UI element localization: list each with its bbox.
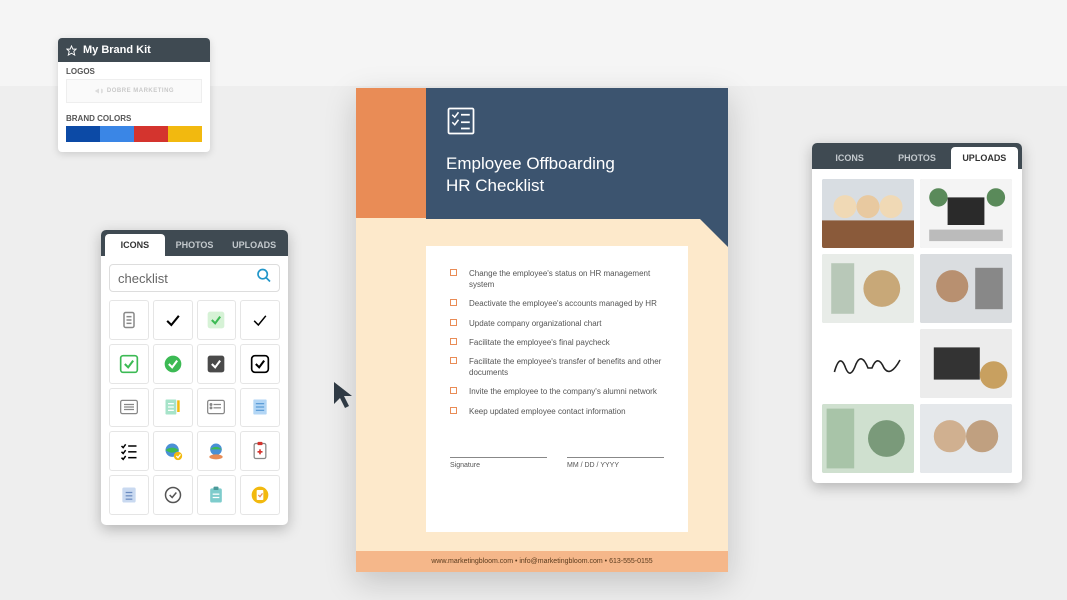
upload-thumbnail[interactable] [920, 404, 1012, 473]
icon-checklist-bullets[interactable] [109, 431, 149, 471]
icon-medical-clipboard[interactable] [240, 431, 280, 471]
date-line [567, 457, 664, 458]
search-icon [256, 268, 272, 284]
doc-title-line1: Employee Offboarding [446, 153, 708, 175]
icon-checkbox-green[interactable] [109, 344, 149, 384]
checklist-item: Change the employee's status on HR manag… [450, 268, 664, 290]
color-swatch[interactable] [100, 126, 134, 142]
icon-check-circle-outline[interactable] [153, 475, 193, 515]
cursor-icon [332, 380, 356, 415]
checkbox-icon [450, 299, 457, 306]
icon-checkbox-outline[interactable] [240, 344, 280, 384]
signature-line [450, 457, 547, 458]
icon-checkmark-thin[interactable] [240, 300, 280, 340]
color-swatch[interactable] [66, 126, 100, 142]
checklist-item: Keep updated employee contact informatio… [450, 406, 664, 417]
uploads-panel-tabs: ICONS PHOTOS UPLOADS [812, 143, 1022, 169]
icon-globe-stack[interactable] [197, 431, 237, 471]
search-input[interactable] [109, 264, 280, 292]
tab-photos-2[interactable]: PHOTOS [883, 147, 950, 169]
checklist-item: Invite the employee to the company's alu… [450, 386, 664, 397]
checklist-item-text: Invite the employee to the company's alu… [469, 386, 657, 397]
tab-uploads[interactable]: UPLOADS [224, 234, 284, 256]
brand-color-swatches [58, 126, 210, 152]
checklist-item-text: Facilitate the employee's transfer of be… [469, 356, 664, 378]
logo-thumbnail[interactable]: DOBRE MARKETING [66, 79, 202, 103]
checklist-item: Update company organizational chart [450, 318, 664, 329]
icon-notepad-pencil[interactable] [153, 388, 193, 428]
checklist-item-text: Change the employee's status on HR manag… [469, 268, 664, 290]
logos-label: LOGOS [58, 62, 210, 79]
checklist-item: Deactivate the employee's accounts manag… [450, 298, 664, 309]
checkbox-icon [450, 407, 457, 414]
checklist-icon [446, 106, 476, 136]
icon-clipboard-orange[interactable] [240, 475, 280, 515]
icon-globe-check[interactable] [153, 431, 193, 471]
icon-document-blue[interactable] [240, 388, 280, 428]
color-swatch[interactable] [134, 126, 168, 142]
signature-row: Signature MM / DD / YYYY [450, 457, 664, 469]
upload-thumbnail-signature[interactable] [822, 329, 914, 398]
checklist-items: Change the employee's status on HR manag… [450, 268, 664, 417]
icon-check-circle-filled[interactable] [153, 344, 193, 384]
brand-kit-panel: My Brand Kit LOGOS DOBRE MARKETING BRAND… [58, 38, 210, 152]
logo-text: DOBRE MARKETING [107, 88, 174, 94]
checklist-item-text: Deactivate the employee's accounts manag… [469, 298, 657, 309]
icon-list-lines[interactable] [109, 388, 149, 428]
color-swatch[interactable] [168, 126, 202, 142]
brand-colors-label: BRAND COLORS [58, 109, 210, 126]
uploads-grid [812, 169, 1022, 483]
checklist-item-text: Keep updated employee contact informatio… [469, 406, 626, 417]
checklist-item-text: Update company organizational chart [469, 318, 602, 329]
megaphone-icon [94, 86, 104, 96]
checklist-item: Facilitate the employee's final paycheck [450, 337, 664, 348]
checkbox-icon [450, 338, 457, 345]
tab-icons-2[interactable]: ICONS [816, 147, 883, 169]
checklist-item: Facilitate the employee's transfer of be… [450, 356, 664, 378]
star-icon [66, 45, 77, 56]
icon-clipboard-list[interactable] [109, 300, 149, 340]
tab-icons[interactable]: ICONS [105, 234, 165, 256]
icon-checkbox-dark[interactable] [197, 344, 237, 384]
date-label: MM / DD / YYYY [567, 462, 664, 469]
doc-footer: www.marketingbloom.com • info@marketingb… [356, 551, 728, 572]
doc-title-line2: HR Checklist [446, 175, 708, 197]
checkbox-icon [450, 319, 457, 326]
upload-thumbnail[interactable] [822, 179, 914, 248]
uploads-panel: ICONS PHOTOS UPLOADS [812, 143, 1022, 483]
icons-panel: ICONS PHOTOS UPLOADS [101, 230, 288, 525]
checkbox-icon [450, 357, 457, 364]
brand-kit-title: My Brand Kit [83, 44, 151, 56]
brand-kit-header: My Brand Kit [58, 38, 210, 62]
icons-panel-tabs: ICONS PHOTOS UPLOADS [101, 230, 288, 256]
search-area [101, 256, 288, 300]
doc-title: Employee Offboarding HR Checklist [446, 153, 708, 197]
doc-body: Change the employee's status on HR manag… [426, 246, 688, 532]
checkbox-icon [450, 387, 457, 394]
icon-list-card[interactable] [109, 475, 149, 515]
doc-header-notch [700, 219, 728, 247]
upload-thumbnail[interactable] [822, 404, 914, 473]
signature-label: Signature [450, 462, 547, 469]
upload-thumbnail[interactable] [920, 179, 1012, 248]
icons-grid [101, 300, 288, 525]
upload-thumbnail[interactable] [822, 254, 914, 323]
document-canvas[interactable]: Employee Offboarding HR Checklist Change… [356, 88, 728, 572]
tab-photos[interactable]: PHOTOS [165, 234, 225, 256]
tab-uploads-2[interactable]: UPLOADS [951, 147, 1018, 169]
checkbox-icon [450, 269, 457, 276]
checklist-item-text: Facilitate the employee's final paycheck [469, 337, 610, 348]
upload-thumbnail[interactable] [920, 254, 1012, 323]
upload-thumbnail[interactable] [920, 329, 1012, 398]
icon-clipboard-teal[interactable] [197, 475, 237, 515]
icon-form[interactable] [197, 388, 237, 428]
doc-header: Employee Offboarding HR Checklist [426, 88, 728, 219]
icon-checkbox-green-outline[interactable] [197, 300, 237, 340]
icon-checkmark[interactable] [153, 300, 193, 340]
